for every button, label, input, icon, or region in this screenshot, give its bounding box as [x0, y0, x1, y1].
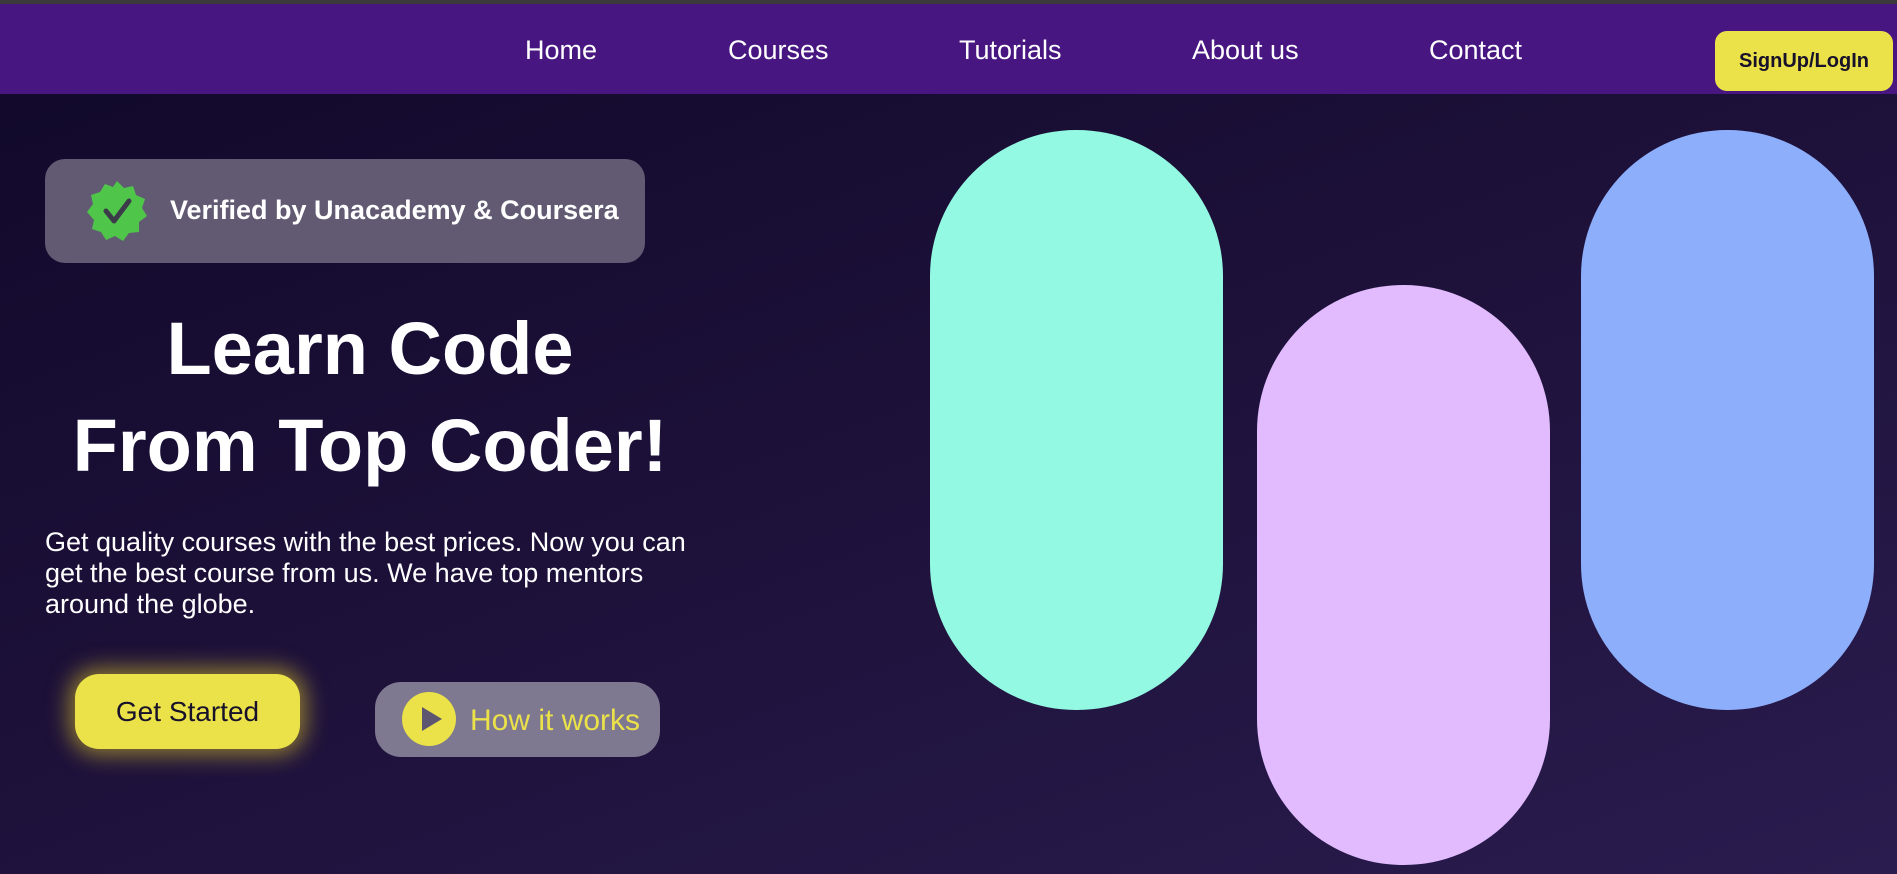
- play-icon: [402, 692, 456, 746]
- signup-login-button[interactable]: SignUp/LogIn: [1715, 31, 1893, 91]
- hero-title-line-2: From Top Coder!: [72, 404, 668, 487]
- nav-link-home[interactable]: Home: [525, 37, 597, 64]
- decorative-pill-teal: [930, 130, 1223, 710]
- verified-badge: Verified by Unacademy & Coursera: [45, 159, 645, 263]
- hero-title-line-1: Learn Code: [166, 307, 574, 390]
- get-started-button[interactable]: Get Started: [75, 674, 300, 749]
- hero-description: Get quality courses with the best prices…: [45, 527, 686, 619]
- nav-link-contact[interactable]: Contact: [1429, 37, 1522, 64]
- nav-link-courses[interactable]: Courses: [728, 37, 829, 64]
- verified-badge-text: Verified by Unacademy & Coursera: [170, 195, 619, 225]
- hero-title: Learn Code From Top Coder!: [40, 300, 700, 494]
- decorative-pill-blue: [1581, 130, 1874, 710]
- verified-seal-icon: [87, 181, 147, 241]
- decorative-pill-lilac: [1257, 285, 1550, 865]
- navbar: Home Courses Tutorials About us Contact …: [0, 4, 1897, 94]
- how-it-works-button[interactable]: How it works: [375, 682, 660, 757]
- how-it-works-label: How it works: [470, 704, 641, 737]
- nav-link-about-us[interactable]: About us: [1192, 37, 1299, 64]
- nav-link-tutorials[interactable]: Tutorials: [959, 37, 1062, 64]
